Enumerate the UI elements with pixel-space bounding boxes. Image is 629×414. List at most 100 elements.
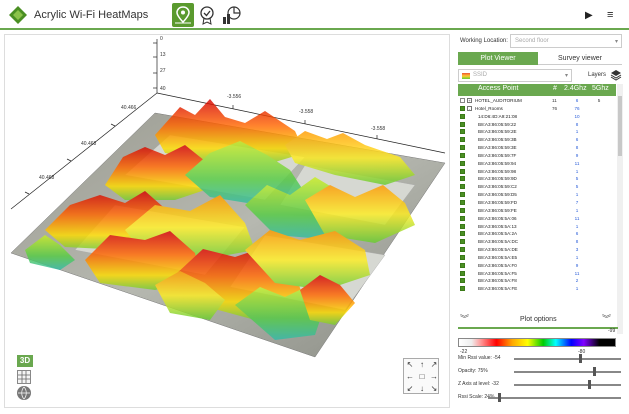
row-checkbox[interactable] (460, 223, 465, 229)
row-checkbox[interactable] (460, 145, 465, 151)
ssid-select[interactable]: SSID ▾ (458, 69, 572, 82)
view-3d-button[interactable]: 3D (17, 355, 33, 367)
access-point-row[interactable]: B8:A3:86:05:5A:FE 1 (458, 285, 616, 293)
slider-thumb[interactable] (579, 354, 583, 363)
tab-survey-viewer[interactable]: Survey viewer (538, 52, 622, 65)
slider-thumb[interactable] (587, 380, 591, 389)
access-point-row[interactable]: B8:A3:86:05:59:3B 6 (458, 136, 616, 144)
layers-icon[interactable] (610, 69, 622, 81)
row-checkbox[interactable] (460, 231, 465, 237)
heatmap-mode-button[interactable] (172, 3, 194, 27)
col-5ghz[interactable]: 5Ghz (592, 85, 609, 92)
list-scrollbar[interactable] (617, 84, 623, 334)
row-checkbox[interactable] (460, 239, 465, 245)
access-point-row[interactable]: B8:A3:86:05:5A:06 11 (458, 215, 616, 223)
col-access-point[interactable]: Access Point (478, 85, 518, 92)
plot-slider[interactable]: Rssi Scale: 24% (458, 393, 623, 403)
access-point-row[interactable]: B8:A3:86:05:5A:F8 2 (458, 277, 616, 285)
row-checkbox[interactable] (460, 152, 465, 158)
heatmap-3d-view[interactable]: 0 13 27 40 -3.556 -3.558 -3.558 40.466 4… (4, 34, 450, 408)
access-point-row[interactable]: B8:A3:86:05:59:7F 9 (458, 152, 616, 160)
row-checkbox[interactable] (460, 129, 465, 135)
row-checkbox[interactable] (460, 262, 465, 268)
row-checkbox[interactable] (460, 168, 465, 174)
pan-down-left-icon[interactable]: ↙ (405, 384, 415, 394)
row-checkbox[interactable] (460, 160, 465, 166)
slider-track[interactable] (488, 397, 621, 399)
badge-icon (200, 6, 214, 25)
working-location-select[interactable]: Second floor ▾ (510, 34, 622, 48)
access-point-row[interactable]: B8:A3:86:05:5A:F0 9 (458, 262, 616, 270)
row-checkbox[interactable] (460, 254, 465, 260)
access-point-row[interactable]: + HOTEL_AUDITORIUM 11 6 5 (458, 97, 616, 105)
row-checkbox[interactable] (460, 121, 465, 127)
row-checkbox[interactable] (460, 215, 465, 221)
survey-mode-button[interactable] (196, 3, 218, 27)
plot-slider[interactable]: Z Axis at level: -32 (458, 380, 623, 390)
row-checkbox[interactable] (460, 98, 465, 103)
access-point-row[interactable]: B8:A3:86:05:59:C2 5 (458, 183, 616, 191)
access-point-row[interactable]: B8:A3:86:05:5A:13 1 (458, 223, 616, 231)
collapse-left-icon[interactable]: ︾ (460, 312, 469, 325)
access-point-row[interactable]: B8:A3:86:05:5A:E5 1 (458, 254, 616, 262)
access-point-row[interactable]: B8:A3:86:05:59:2E 1 (458, 128, 616, 136)
row-checkbox[interactable] (460, 137, 465, 143)
plot-options-header[interactable]: Plot options (520, 316, 557, 323)
row-checkbox[interactable] (460, 105, 465, 111)
access-point-row[interactable]: B8:A3:86:05:59:22 8 (458, 121, 616, 129)
row-checkbox[interactable] (460, 192, 465, 198)
slider-track[interactable] (514, 384, 621, 386)
access-point-row[interactable]: B8:A3:86:05:59:D5 1 (458, 191, 616, 199)
navigation-pad[interactable]: ↖ ↑ ↗ ← □ → ↙ ↓ ↘ (403, 358, 439, 394)
access-point-row[interactable]: - Hotel_Rooms 76 76 (458, 105, 616, 113)
row-checkbox[interactable] (460, 270, 465, 276)
pan-down-icon[interactable]: ↓ (417, 384, 427, 394)
pan-up-left-icon[interactable]: ↖ (405, 360, 415, 370)
access-point-row[interactable]: B8:A3:86:05:59:FD 7 (458, 199, 616, 207)
heatmap-scene[interactable] (5, 35, 451, 409)
slider-track[interactable] (514, 371, 621, 373)
collapse-right-icon[interactable]: ︾ (602, 312, 611, 325)
reset-view-icon[interactable]: □ (417, 372, 427, 382)
access-point-row[interactable]: B8:A3:86:05:59:9D 5 (458, 175, 616, 183)
pan-up-right-icon[interactable]: ↗ (429, 360, 439, 370)
play-button[interactable]: ▶ (585, 10, 593, 21)
menu-button[interactable]: ≡ (607, 9, 613, 21)
slider-track[interactable] (514, 358, 621, 360)
row-checkbox[interactable] (460, 199, 465, 205)
tab-plot-viewer[interactable]: Plot Viewer (458, 52, 538, 65)
access-point-row[interactable]: B8:A3:86:05:59:3E 8 (458, 144, 616, 152)
pan-up-icon[interactable]: ↑ (417, 360, 427, 370)
access-point-row[interactable]: B8:A3:86:05:5A:DE 3 (458, 246, 616, 254)
report-mode-button[interactable] (220, 3, 242, 27)
globe-icon[interactable] (17, 386, 31, 400)
col-24ghz[interactable]: 2.4Ghz (564, 85, 587, 92)
row-expander-icon[interactable]: + (467, 98, 472, 103)
grid-view-icon[interactable] (17, 370, 31, 384)
access-point-row[interactable]: B8:A3:86:05:59:98 1 (458, 168, 616, 176)
col-count[interactable]: # (553, 85, 557, 92)
row-checkbox[interactable] (460, 247, 465, 253)
pan-right-icon[interactable]: → (429, 372, 439, 382)
row-checkbox[interactable] (460, 113, 465, 119)
slider-thumb[interactable] (497, 393, 501, 402)
row-checkbox[interactable] (460, 278, 465, 284)
row-checkbox[interactable] (460, 207, 465, 213)
access-point-row[interactable]: B8:A3:86:05:59:94 11 (458, 160, 616, 168)
access-point-row[interactable]: B8:A3:86:05:5A:F5 11 (458, 270, 616, 278)
row-expander-icon[interactable]: - (467, 105, 472, 111)
access-point-row[interactable]: B8:A3:86:05:59:FE 1 (458, 207, 616, 215)
row-checkbox[interactable] (460, 286, 465, 292)
row-checkbox[interactable] (460, 184, 465, 190)
row-checkbox[interactable] (460, 176, 465, 182)
scrollbar-thumb[interactable] (618, 96, 622, 156)
access-point-row[interactable]: 14:D6:4D:A9:21:08 10 (458, 113, 616, 121)
pan-left-icon[interactable]: ← (405, 372, 415, 382)
rssi-color-scale[interactable] (458, 338, 616, 347)
plot-slider[interactable]: Min Rssi value: -54 (458, 354, 623, 364)
slider-thumb[interactable] (593, 367, 597, 376)
access-point-row[interactable]: B8:A3:86:05:5A:DC 8 (458, 238, 616, 246)
plot-slider[interactable]: Opacity: 75% (458, 367, 623, 377)
pan-down-right-icon[interactable]: ↘ (429, 384, 439, 394)
access-point-row[interactable]: B8:A3:86:05:5A:2A 6 (458, 230, 616, 238)
